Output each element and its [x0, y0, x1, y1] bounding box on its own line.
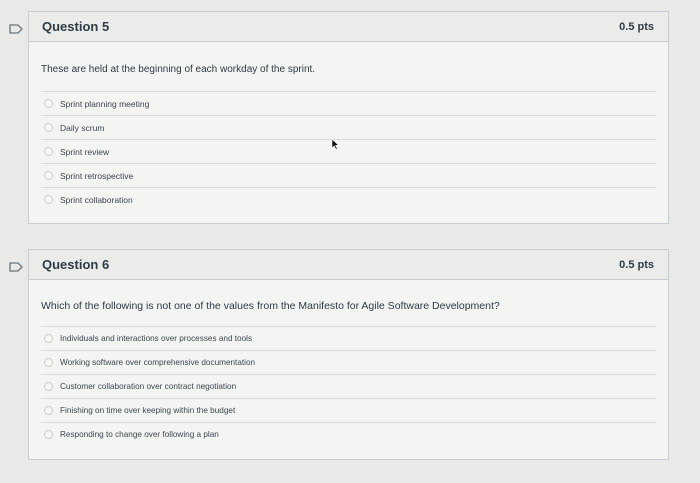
radio-button[interactable]	[44, 99, 53, 108]
radio-button[interactable]	[44, 358, 53, 367]
answer-option[interactable]: Finishing on time over keeping within th…	[41, 399, 656, 423]
answer-label: Working software over comprehensive docu…	[60, 358, 256, 367]
answer-list: Individuals and interactions over proces…	[41, 326, 656, 446]
question-card: Question 6 0.5 pts Which of the followin…	[28, 249, 669, 460]
radio-button[interactable]	[44, 334, 53, 343]
answer-option[interactable]: Individuals and interactions over proces…	[41, 327, 656, 351]
answer-label: Finishing on time over keeping within th…	[60, 406, 236, 415]
radio-button[interactable]	[44, 195, 53, 204]
question-title: Question 6	[42, 257, 110, 272]
flag-question-icon[interactable]	[9, 262, 23, 272]
radio-button[interactable]	[44, 382, 53, 391]
mouse-pointer-icon	[331, 137, 340, 150]
radio-button[interactable]	[44, 430, 53, 439]
flag-question-icon[interactable]	[9, 24, 23, 34]
question-header: Question 6 0.5 pts	[29, 250, 668, 280]
question-card: Question 5 0.5 pts These are held at the…	[28, 11, 669, 224]
answer-list: Sprint planning meeting Daily scrum Spri…	[41, 91, 656, 211]
question-points: 0.5 pts	[619, 258, 654, 271]
answer-option[interactable]: Sprint retrospective	[41, 164, 656, 188]
radio-button[interactable]	[44, 171, 53, 180]
answer-option[interactable]: Sprint review	[41, 140, 656, 164]
answer-option[interactable]: Daily scrum	[41, 116, 656, 140]
answer-option[interactable]: Responding to change over following a pl…	[41, 423, 656, 446]
answer-label: Customer collaboration over contract neg…	[60, 382, 237, 391]
answer-label: Individuals and interactions over proces…	[60, 334, 253, 343]
radio-button[interactable]	[44, 123, 53, 132]
question-text: Which of the following is not one of the…	[41, 300, 500, 312]
answer-option[interactable]: Sprint collaboration	[41, 188, 656, 211]
radio-button[interactable]	[44, 406, 53, 415]
question-title: Question 5	[42, 19, 110, 34]
answer-label: Daily scrum	[60, 122, 105, 133]
answer-label: Sprint review	[60, 146, 110, 157]
answer-label: Responding to change over following a pl…	[60, 430, 219, 439]
answer-option[interactable]: Working software over comprehensive docu…	[41, 351, 656, 375]
answer-label: Sprint planning meeting	[60, 98, 150, 109]
answer-label: Sprint retrospective	[60, 170, 134, 181]
answer-option[interactable]: Sprint planning meeting	[41, 92, 656, 116]
question-header: Question 5 0.5 pts	[29, 12, 668, 42]
question-points: 0.5 pts	[619, 20, 654, 33]
answer-label: Sprint collaboration	[60, 194, 133, 205]
question-text: These are held at the beginning of each …	[41, 64, 316, 75]
radio-button[interactable]	[44, 147, 53, 156]
answer-option[interactable]: Customer collaboration over contract neg…	[41, 375, 656, 399]
